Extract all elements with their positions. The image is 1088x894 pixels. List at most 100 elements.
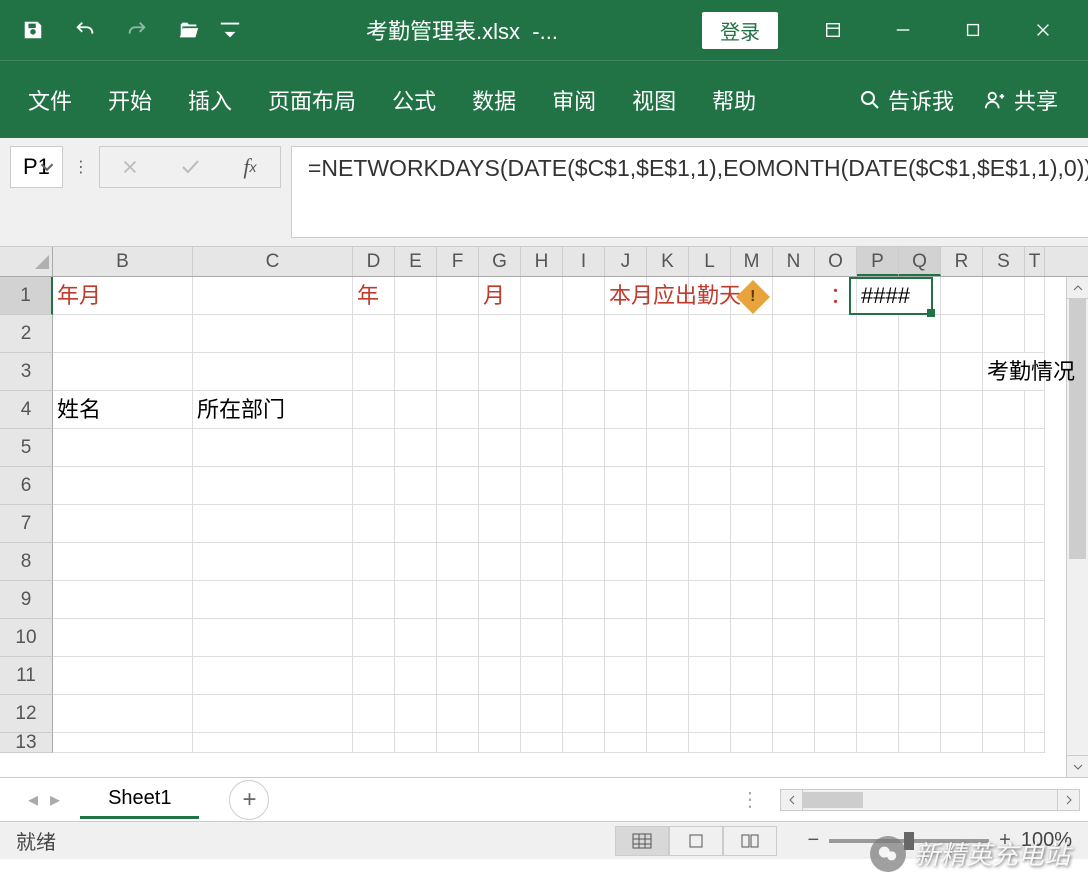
- undo-button[interactable]: [62, 8, 108, 52]
- chevron-down-icon[interactable]: [40, 154, 54, 180]
- tab-home[interactable]: 开始: [90, 61, 170, 138]
- col-header-K[interactable]: K: [647, 247, 689, 276]
- cell-S3[interactable]: 考勤情况: [983, 353, 1045, 391]
- open-button[interactable]: [166, 8, 212, 52]
- cell-I1[interactable]: [563, 277, 605, 315]
- sheet-prev-button[interactable]: ◂: [28, 787, 38, 812]
- enter-formula-button[interactable]: [160, 147, 220, 187]
- tab-help[interactable]: 帮助: [694, 61, 774, 138]
- tab-insert[interactable]: 插入: [170, 61, 250, 138]
- watermark: 新精英充电站: [870, 835, 1070, 872]
- col-header-J[interactable]: J: [605, 247, 647, 276]
- row-6: 6: [0, 467, 1088, 505]
- qat-customize-button[interactable]: [218, 8, 242, 52]
- add-sheet-button[interactable]: +: [229, 780, 269, 820]
- col-header-L[interactable]: L: [689, 247, 731, 276]
- row-1: 1 年月 年 月 本月应出勤天! ： ####: [0, 277, 1088, 315]
- formula-bar[interactable]: =NETWORKDAYS(DATE($C$1,$E$1,1),EOMONTH(D…: [291, 146, 1088, 238]
- tab-page-layout[interactable]: 页面布局: [250, 61, 374, 138]
- col-header-R[interactable]: R: [941, 247, 983, 276]
- sheet-nav: ◂ ▸: [8, 787, 80, 812]
- normal-view-button[interactable]: [615, 826, 669, 856]
- col-header-O[interactable]: O: [815, 247, 857, 276]
- col-header-C[interactable]: C: [193, 247, 353, 276]
- col-header-B[interactable]: B: [53, 247, 193, 276]
- row-5: 5: [0, 429, 1088, 467]
- tab-file[interactable]: 文件: [10, 61, 90, 138]
- formula-section: P1 ⋮ fx =NETWORKDAYS(DATE($C$1,$E$1,1),E…: [0, 138, 1088, 247]
- cell-O1[interactable]: ：: [815, 277, 857, 315]
- cell-S1[interactable]: [983, 277, 1025, 315]
- scroll-right-button[interactable]: [1057, 790, 1079, 810]
- cancel-formula-button[interactable]: [100, 147, 160, 187]
- scroll-left-button[interactable]: [781, 790, 803, 810]
- tab-view[interactable]: 视图: [614, 61, 694, 138]
- cell-C4[interactable]: 所在部门: [193, 391, 353, 429]
- minimize-button[interactable]: [868, 8, 938, 52]
- separator: ⋮: [720, 787, 780, 812]
- col-header-M[interactable]: M: [731, 247, 773, 276]
- cell-C1[interactable]: [193, 277, 353, 315]
- row-header-3[interactable]: 3: [0, 353, 53, 391]
- cell-P1[interactable]: ####: [857, 277, 941, 315]
- scroll-thumb[interactable]: [1069, 299, 1086, 559]
- grid-rows: 1 年月 年 月 本月应出勤天! ： ####: [0, 277, 1088, 753]
- horizontal-scrollbar[interactable]: [780, 789, 1080, 811]
- cell-H1[interactable]: [521, 277, 563, 315]
- row-header-4[interactable]: 4: [0, 391, 53, 429]
- insert-function-button[interactable]: fx: [220, 147, 280, 187]
- share-button[interactable]: 共享: [984, 84, 1058, 116]
- cell-G1[interactable]: 月: [479, 277, 521, 315]
- close-button[interactable]: [1008, 8, 1078, 52]
- login-button[interactable]: 登录: [702, 12, 778, 49]
- cell-N1[interactable]: [773, 277, 815, 315]
- scroll-up-button[interactable]: [1067, 277, 1088, 299]
- zoom-out-button[interactable]: −: [807, 829, 819, 852]
- cell-B1[interactable]: 年月: [53, 277, 193, 315]
- cell-J1[interactable]: 本月应出勤天!: [605, 277, 647, 315]
- cell-B4[interactable]: 姓名: [53, 391, 193, 429]
- col-header-T[interactable]: T: [1025, 247, 1045, 276]
- tab-review[interactable]: 审阅: [534, 61, 614, 138]
- separator: ⋮: [73, 146, 89, 188]
- col-header-E[interactable]: E: [395, 247, 437, 276]
- cell-T1[interactable]: [1025, 277, 1045, 315]
- sheet-tab-sheet1[interactable]: Sheet1: [80, 781, 199, 819]
- row-10: 10: [0, 619, 1088, 657]
- tab-data[interactable]: 数据: [454, 61, 534, 138]
- col-header-I[interactable]: I: [563, 247, 605, 276]
- scroll-thumb[interactable]: [803, 792, 863, 808]
- col-header-S[interactable]: S: [983, 247, 1025, 276]
- vertical-scrollbar[interactable]: [1066, 277, 1088, 777]
- cell-D1[interactable]: 年: [353, 277, 395, 315]
- cell-E1[interactable]: [395, 277, 437, 315]
- col-header-H[interactable]: H: [521, 247, 563, 276]
- redo-button[interactable]: [114, 8, 160, 52]
- cell-F1[interactable]: [437, 277, 479, 315]
- page-layout-view-button[interactable]: [669, 826, 723, 856]
- tab-formulas[interactable]: 公式: [374, 61, 454, 138]
- maximize-button[interactable]: [938, 8, 1008, 52]
- cell-R1[interactable]: [941, 277, 983, 315]
- name-box[interactable]: P1: [10, 146, 63, 188]
- sheet-tabs-bar: ◂ ▸ Sheet1 + ⋮: [0, 777, 1088, 821]
- col-header-F[interactable]: F: [437, 247, 479, 276]
- scroll-down-button[interactable]: [1067, 755, 1088, 777]
- column-headers: B C D E F G H I J K L M N O P Q R S T: [0, 247, 1088, 277]
- spreadsheet-grid[interactable]: B C D E F G H I J K L M N O P Q R S T 1 …: [0, 247, 1088, 777]
- row-8: 8: [0, 543, 1088, 581]
- col-header-D[interactable]: D: [353, 247, 395, 276]
- col-header-G[interactable]: G: [479, 247, 521, 276]
- sheet-next-button[interactable]: ▸: [50, 787, 60, 812]
- col-header-P[interactable]: P: [857, 247, 899, 276]
- row-header-2[interactable]: 2: [0, 315, 53, 353]
- tellme-button[interactable]: 告诉我: [860, 84, 954, 116]
- titlebar: 考勤管理表.xlsx -... 登录: [0, 0, 1088, 60]
- ribbon-display-button[interactable]: [798, 8, 868, 52]
- select-all-corner[interactable]: [0, 247, 53, 277]
- col-header-N[interactable]: N: [773, 247, 815, 276]
- col-header-Q[interactable]: Q: [899, 247, 941, 276]
- save-button[interactable]: [10, 8, 56, 52]
- row-header-1[interactable]: 1: [0, 277, 53, 315]
- page-break-view-button[interactable]: [723, 826, 777, 856]
